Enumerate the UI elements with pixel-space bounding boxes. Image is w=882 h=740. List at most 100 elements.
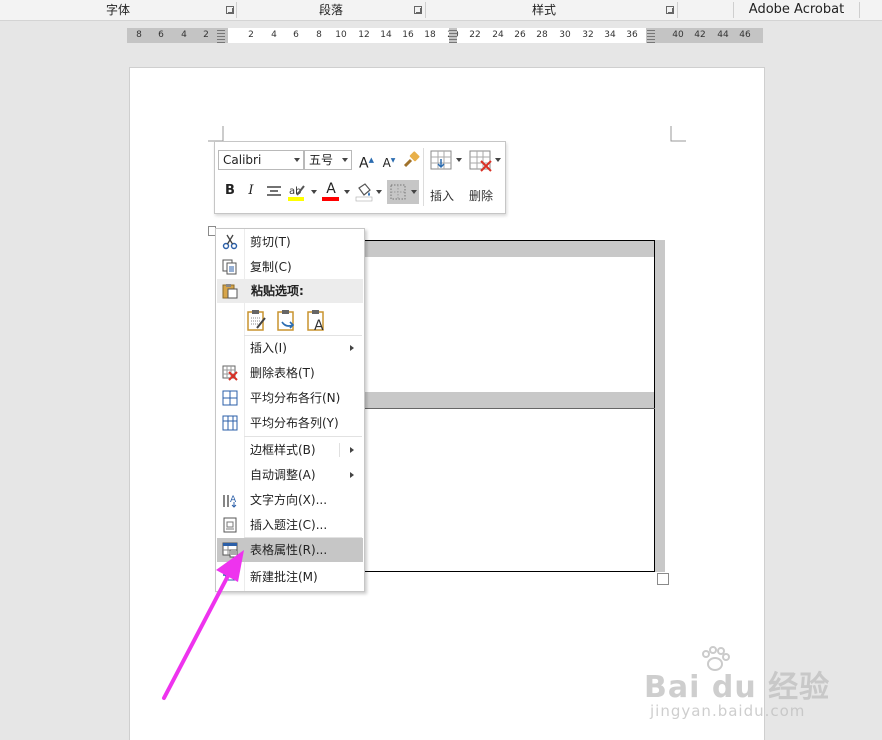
ruler-tick-label: 42	[694, 30, 706, 40]
font-size-combobox[interactable]: 五号	[304, 150, 352, 170]
menu-item-insert[interactable]: 插入(I)	[217, 336, 363, 360]
ruler-right-column-marker[interactable]	[647, 28, 655, 43]
ruler-tick-label: 24	[492, 30, 504, 40]
ruler-column-marker[interactable]	[449, 28, 457, 43]
ruler-tick-label: 12	[358, 30, 370, 40]
menu-item-label: 平均分布各列(Y)	[250, 416, 339, 430]
paste-options-header: 粘贴选项:	[217, 279, 363, 303]
chevron-down-icon[interactable]	[376, 190, 382, 194]
menu-item-label: 自动调整(A)	[250, 468, 316, 482]
watermark-brand: Bai du 经验	[644, 670, 831, 705]
menu-item-delete-table[interactable]: 删除表格(T)	[217, 361, 363, 385]
shading-icon[interactable]	[355, 182, 373, 202]
menu-item-copy[interactable]: 复制(C)	[217, 255, 363, 279]
delete-table-icon	[222, 365, 238, 381]
menu-item-label: 插入(I)	[250, 341, 287, 355]
ruler-tick-label: 32	[582, 30, 594, 40]
document-table[interactable]	[339, 240, 655, 572]
highlight-button[interactable]: ab	[287, 182, 309, 202]
keep-text-only-icon: A	[307, 310, 324, 334]
menu-item-label: 插入题注(C)...	[250, 518, 328, 532]
chevron-down-icon[interactable]	[311, 190, 317, 194]
menu-item-label: 剪切(T)	[250, 235, 291, 249]
delete-label: 删除	[469, 189, 494, 203]
context-menu: 剪切(T) 复制(C) 粘贴选项: A 插入(I) 删除表格(T) 平均分布各行…	[215, 228, 365, 592]
font-name-value: Calibri	[223, 153, 262, 167]
menu-item-border-styles[interactable]: 边框样式(B)	[217, 438, 363, 462]
insert-caption-icon	[223, 517, 237, 533]
ruler-indent-marker[interactable]	[217, 28, 225, 43]
menu-item-autofit[interactable]: 自动调整(A)	[217, 463, 363, 487]
delete-button[interactable]: 删除	[466, 148, 502, 206]
svg-text:A: A	[314, 318, 324, 332]
baidu-jingyan-watermark: Bai du 经验 jingyan.baidu.com	[644, 646, 834, 726]
ribbon-group-labels: 字体 段落 样式 Adobe Acrobat	[0, 0, 882, 21]
ruler-tick-label: 10	[335, 30, 347, 40]
ruler-tick-label: 2	[248, 30, 254, 40]
menu-item-label: 复制(C)	[250, 260, 292, 274]
menu-item-insert-caption[interactable]: 插入题注(C)...	[217, 513, 363, 537]
menu-item-distribute-rows[interactable]: 平均分布各行(N)	[217, 386, 363, 410]
styles-dialog-launcher-icon[interactable]	[666, 6, 674, 14]
text-direction-icon: A	[223, 495, 237, 508]
submenu-arrow-icon	[350, 345, 354, 351]
menu-item-label: 边框样式(B)	[250, 443, 316, 457]
keep-source-formatting-icon	[247, 310, 266, 331]
font-dialog-launcher-icon[interactable]	[226, 6, 234, 14]
ruler-tick-label: 26	[514, 30, 526, 40]
font-name-combobox[interactable]: Calibri	[218, 150, 304, 170]
horizontal-ruler[interactable]: 8642246810121416182022242628303234364042…	[127, 28, 763, 43]
insert-button[interactable]: 插入	[427, 148, 463, 206]
menu-item-distribute-columns[interactable]: 平均分布各列(Y)	[217, 411, 363, 435]
font-color-button[interactable]: A	[321, 181, 341, 202]
paste-keep-source-button[interactable]	[246, 308, 268, 332]
format-painter-icon[interactable]	[402, 151, 420, 169]
ruler-tick-label: 16	[402, 30, 414, 40]
menu-item-label: 表格属性(R)...	[250, 543, 328, 557]
bold-button[interactable]: B	[223, 182, 237, 200]
paragraph-group-label: 段落	[318, 3, 343, 17]
ruler-tick-label: 8	[136, 30, 142, 40]
font-size-value: 五号	[309, 153, 334, 167]
distribute-rows-icon	[222, 390, 238, 406]
paste-options-label: 粘贴选项:	[251, 284, 304, 298]
center-align-icon[interactable]	[266, 185, 282, 199]
chevron-down-icon	[294, 158, 300, 162]
borders-button[interactable]	[387, 180, 419, 204]
ruler-tick-label: 14	[380, 30, 392, 40]
submenu-arrow-icon	[350, 447, 354, 453]
shrink-font-button[interactable]: A▼	[382, 152, 396, 172]
table-row-selected[interactable]	[340, 392, 654, 408]
menu-item-label: 文字方向(X)...	[250, 493, 328, 507]
submenu-arrow-icon	[350, 472, 354, 478]
menu-item-cut[interactable]: 剪切(T)	[217, 230, 363, 254]
highlighter-icon: ab	[288, 185, 305, 201]
chevron-down-icon	[342, 158, 348, 162]
table-row-selected[interactable]	[340, 241, 654, 257]
distribute-columns-icon	[222, 415, 238, 431]
chevron-down-icon[interactable]	[344, 190, 350, 194]
ruler-tick-label: 28	[536, 30, 548, 40]
menu-item-text-direction[interactable]: A 文字方向(X)...	[217, 488, 363, 512]
ruler-tick-label: 22	[469, 30, 481, 40]
table-delete-icon	[469, 150, 492, 172]
grow-font-button[interactable]: A▲	[359, 151, 374, 173]
menu-item-label: 新建批注(M)	[250, 570, 318, 584]
copy-icon	[222, 259, 237, 275]
ruler-tick-label: 46	[739, 30, 751, 40]
ruler-tick-label: 34	[604, 30, 616, 40]
ruler-tick-label: 4	[271, 30, 277, 40]
paste-text-only-button[interactable]: A	[306, 308, 328, 334]
ruler-tick-label: 6	[158, 30, 164, 40]
italic-button[interactable]: I	[244, 182, 258, 200]
ruler-tick-label: 6	[293, 30, 299, 40]
margin-corner-top-left	[208, 126, 224, 142]
font-color-swatch	[322, 197, 339, 201]
borders-icon	[390, 184, 406, 200]
ruler-tick-label: 8	[316, 30, 322, 40]
table-resize-handle[interactable]	[657, 573, 669, 585]
ruler-left-margin	[127, 28, 228, 43]
paste-merge-button[interactable]	[276, 308, 298, 332]
paragraph-dialog-launcher-icon[interactable]	[414, 6, 422, 14]
annotation-arrow	[162, 550, 244, 700]
